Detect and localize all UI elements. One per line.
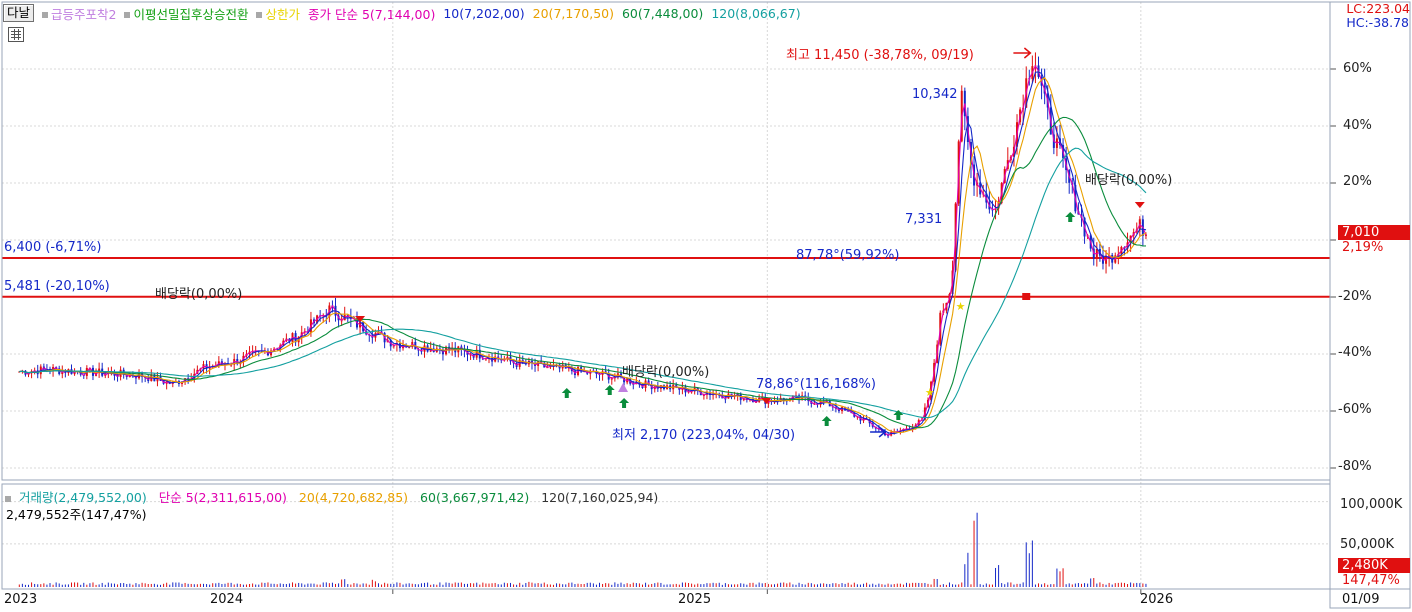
ytick-m20: -20% <box>1338 289 1372 304</box>
ytick-m60: -60% <box>1338 402 1372 417</box>
buy-signal-icon <box>604 385 615 395</box>
buy-signal-icon <box>561 388 572 398</box>
xtick-2026: 2026 <box>1140 592 1174 607</box>
high-price-label: 최고 11,450 (-38,78%, 09/19) <box>786 48 974 63</box>
xtick-current-date: 01/09 <box>1342 592 1380 607</box>
volume-value-label: 2,479,552주(147,47%) <box>6 507 147 522</box>
angle-label-1: 87,78°(59,92%) <box>796 248 900 263</box>
ytick-m40: -40% <box>1338 345 1372 360</box>
dividend-marker-icon <box>1134 202 1145 208</box>
hline-label-1: 6,400 (-6,71%) <box>4 240 102 255</box>
volume-ma120-label: 120(7,160,025,94) <box>541 490 659 505</box>
xtick-2024: 2024 <box>210 592 244 607</box>
buy-signal-icon <box>619 398 630 408</box>
volume-ma60-label: 60(3,667,971,42) <box>420 490 530 505</box>
ytick-m80: -80% <box>1338 459 1372 474</box>
surge-signal-icon <box>618 383 629 392</box>
buy-signal-icon <box>821 416 832 426</box>
buy-signal-icon <box>1065 212 1076 222</box>
dividend-label-3: 배당락(0,00%) <box>1085 173 1173 188</box>
xtick-2025: 2025 <box>678 592 712 607</box>
current-volume-tag: 2,480K <box>1338 558 1410 573</box>
volume-legend-label: 거래량(2,479,552,00) <box>19 490 147 505</box>
volume-ma5-label: 단순 5(2,311,615,00) <box>158 490 287 505</box>
mid-price-label: 7,331 <box>905 212 943 227</box>
current-price-tag: 7,010 <box>1338 225 1410 240</box>
vtick-50k: 50,000K <box>1340 537 1395 552</box>
dividend-label-1: 배당락(0,00%) <box>155 287 243 302</box>
current-pct-label: 2,19% <box>1342 240 1384 255</box>
limit-up-star-icon: ★ <box>925 386 935 399</box>
ytick-20: 20% <box>1343 174 1372 189</box>
low-price-label: 최저 2,170 (223,04%, 04/30) <box>612 428 796 443</box>
angle-label-2: 78,86°(116,168%) <box>756 377 876 392</box>
stop-square-icon <box>1022 293 1031 300</box>
high-arrow-icon <box>1013 47 1032 59</box>
vtick-100k: 100,000K <box>1340 497 1403 512</box>
xtick-2023: 2023 <box>4 592 38 607</box>
limit-up-star-icon: ★ <box>956 300 966 313</box>
volume-ma20-label: 20(4,720,682,85) <box>298 490 409 505</box>
current-volume-pct: 147,47% <box>1342 573 1400 588</box>
stock-chart: ★★ <box>1 1 1411 609</box>
ytick-60: 60% <box>1343 61 1372 76</box>
axis-pane-frame <box>1329 1 1411 609</box>
peak-label: 10,342 <box>912 87 958 102</box>
ytick-40: 40% <box>1343 118 1372 133</box>
hline-label-2: 5,481 (-20,10%) <box>4 279 110 294</box>
dividend-label-2: 배당락(0,00%) <box>622 365 710 380</box>
